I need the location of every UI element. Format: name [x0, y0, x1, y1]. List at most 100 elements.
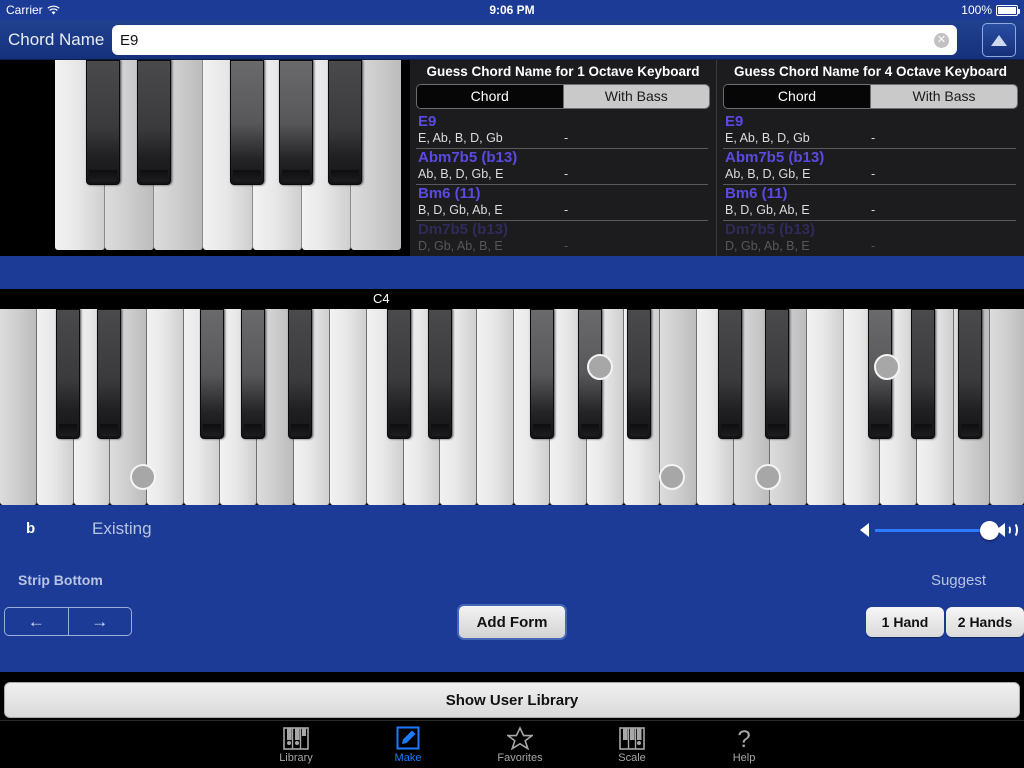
suggest-two-hands-button[interactable]: 2 Hands [946, 607, 1024, 637]
chord-result-dash: - [871, 239, 876, 253]
one-octave-keys[interactable] [55, 60, 401, 250]
chord-name-bar: Chord Name ✕ [0, 20, 1024, 60]
one-octave-keyboard[interactable] [0, 60, 410, 256]
black-key[interactable] [288, 309, 312, 439]
volume-track[interactable] [875, 520, 999, 540]
tab-list: Library Make Favorites Scale ? Help [240, 721, 800, 768]
segment-chord[interactable]: Chord [417, 85, 563, 108]
chord-result-row[interactable]: Abm7b5 (b13) Ab, B, D, Gb, E - [416, 149, 710, 185]
tab-scale[interactable]: Scale [576, 721, 688, 768]
star-icon [507, 726, 533, 750]
arrow-left-icon[interactable]: ← [5, 608, 69, 635]
black-key[interactable] [627, 309, 651, 439]
triangle-up-icon [991, 34, 1007, 46]
piano-keys-icon [619, 726, 645, 750]
tab-bar: Library Make Favorites Scale ? Help [0, 720, 1024, 768]
four-octave-keyboard[interactable] [0, 289, 1024, 505]
existing-label: Existing [92, 519, 152, 538]
tab-label: Scale [618, 752, 646, 764]
chord-name-label: Chord Name [8, 30, 105, 49]
black-key[interactable] [200, 309, 224, 439]
mini-black-key[interactable] [86, 60, 120, 185]
white-key[interactable] [807, 309, 844, 505]
chord-name-input[interactable] [120, 25, 920, 55]
chord-result-dash: - [564, 239, 569, 253]
chord-result-name: Bm6 (11) [418, 185, 481, 202]
chord-result-row[interactable]: Dm7b5 (b13) D, Gb, Ab, B, E - [416, 221, 710, 256]
add-form-button[interactable]: Add Form [457, 604, 567, 640]
segment-with-bass[interactable]: With Bass [870, 85, 1017, 108]
collapse-panel-button[interactable] [982, 23, 1016, 57]
guess-panel-four-octave: Guess Chord Name for 4 Octave Keyboard C… [717, 60, 1024, 256]
piano-keys-icon [283, 726, 309, 750]
white-key[interactable] [330, 309, 367, 505]
tab-favorites[interactable]: Favorites [464, 721, 576, 768]
chord-result-row[interactable]: Abm7b5 (b13) Ab, B, D, Gb, E - [723, 149, 1018, 185]
chord-result-row[interactable]: E9 E, Ab, B, D, Gb - [723, 113, 1018, 149]
black-key[interactable] [428, 309, 452, 439]
chord-result-row[interactable]: Bm6 (11) B, D, Gb, Ab, E - [416, 185, 710, 221]
tab-label: Favorites [497, 752, 543, 764]
pencil-square-icon [396, 726, 420, 750]
volume-fill [875, 528, 990, 532]
tab-help[interactable]: ? Help [688, 721, 800, 768]
volume-slider[interactable] [860, 519, 1018, 541]
app-root: Carrier 9:06 PM 100% Chord Name ✕ [0, 0, 1024, 768]
guess-mode-segmented-control[interactable]: Chord With Bass [723, 84, 1018, 109]
chord-result-row[interactable]: Dm7b5 (b13) D, Gb, Ab, B, E - [723, 221, 1018, 256]
chord-result-name: E9 [725, 113, 744, 130]
black-key[interactable] [241, 309, 265, 439]
note-marker[interactable] [130, 464, 156, 490]
black-key[interactable] [56, 309, 80, 439]
status-right: 100% [961, 3, 1020, 17]
segment-chord[interactable]: Chord [724, 85, 870, 108]
note-marker[interactable] [755, 464, 781, 490]
black-key[interactable] [718, 309, 742, 439]
main-keyboard-keys[interactable] [0, 309, 1024, 505]
mini-black-key[interactable] [328, 60, 362, 185]
status-time: 9:06 PM [489, 3, 535, 17]
chord-result-row[interactable]: E9 E, Ab, B, D, Gb - [416, 113, 710, 149]
note-marker[interactable] [587, 354, 613, 380]
chord-result-notes: D, Gb, Ab, B, E [725, 239, 810, 253]
black-key[interactable] [765, 309, 789, 439]
mini-black-key[interactable] [279, 60, 313, 185]
black-key[interactable] [97, 309, 121, 439]
guess-panel-title: Guess Chord Name for 4 Octave Keyboard [717, 60, 1024, 83]
chord-result-dash: - [871, 131, 876, 145]
tab-library[interactable]: Library [240, 721, 352, 768]
svg-text:?: ? [737, 726, 750, 750]
guess-mode-segmented-control[interactable]: Chord With Bass [416, 84, 710, 109]
black-key[interactable] [530, 309, 554, 439]
note-marker[interactable] [874, 354, 900, 380]
mini-black-key[interactable] [230, 60, 264, 185]
suggest-one-hand-button[interactable]: 1 Hand [866, 607, 944, 637]
white-key[interactable] [0, 309, 37, 505]
speaker-high-icon [996, 522, 1018, 538]
tab-make[interactable]: Make [352, 721, 464, 768]
tab-label: Help [732, 752, 756, 764]
chord-result-dash: - [871, 167, 876, 181]
top-section: ✕ Guess Chord Name for 1 Octave Keyboard… [0, 60, 1024, 295]
strip-bottom-stepper[interactable]: ← → [4, 607, 132, 636]
show-user-library-button[interactable]: Show User Library [4, 682, 1020, 718]
chord-result-dash: - [564, 131, 569, 145]
chord-result-notes: B, D, Gb, Ab, E [725, 203, 810, 217]
segment-with-bass[interactable]: With Bass [562, 85, 709, 108]
tab-label: Library [279, 752, 313, 764]
black-key[interactable] [911, 309, 935, 439]
black-key[interactable] [387, 309, 411, 439]
chord-result-notes: E, Ab, B, D, Gb [725, 131, 810, 145]
clear-icon[interactable]: ✕ [934, 33, 949, 48]
flat-symbol-toggle[interactable]: b [26, 520, 35, 537]
note-marker[interactable] [659, 464, 685, 490]
chord-result-notes: B, D, Gb, Ab, E [418, 203, 503, 217]
chord-result-row[interactable]: Bm6 (11) B, D, Gb, Ab, E - [723, 185, 1018, 221]
mini-black-key[interactable] [137, 60, 171, 185]
white-key[interactable] [990, 309, 1024, 505]
arrow-right-icon[interactable]: → [69, 608, 132, 635]
black-key[interactable] [958, 309, 982, 439]
white-key[interactable] [477, 309, 514, 505]
chord-name-field[interactable]: ✕ [112, 25, 957, 55]
status-bar: Carrier 9:06 PM 100% [0, 0, 1024, 20]
